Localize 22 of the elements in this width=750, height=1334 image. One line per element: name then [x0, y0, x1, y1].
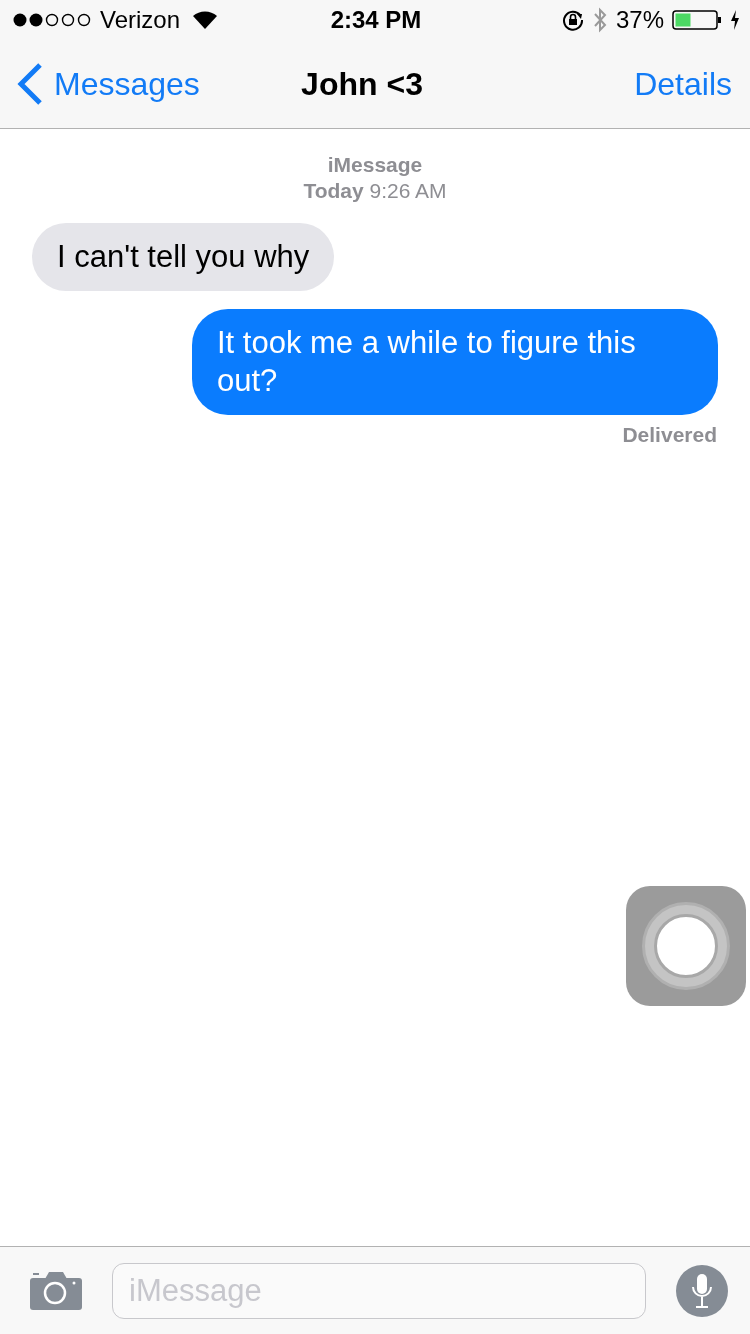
microphone-icon	[690, 1272, 714, 1309]
camera-button[interactable]	[30, 1271, 82, 1310]
signal-icon	[12, 12, 92, 28]
back-chevron-icon	[16, 62, 44, 106]
battery-icon	[672, 10, 722, 30]
carrier-name: Verizon	[100, 6, 181, 34]
rotation-lock-icon	[561, 9, 584, 31]
service-label: iMessage	[326, 153, 424, 177]
message-bubble: It took me a while to figure this out?	[192, 309, 718, 415]
status-time: 2:34 PM	[330, 6, 422, 34]
details-button[interactable]: Details	[634, 65, 732, 103]
message-timestamp: Today 9:26 AM	[303, 179, 447, 203]
camera-icon	[30, 1271, 82, 1310]
battery-percentage: 37%	[615, 6, 664, 34]
microphone-button[interactable]	[676, 1264, 728, 1317]
bluetooth-icon	[591, 6, 608, 34]
back-button[interactable]: Messages	[16, 62, 200, 106]
delivery-status: Delivered	[622, 423, 717, 447]
wifi-icon	[192, 10, 219, 30]
assistive-touch-button[interactable]	[626, 886, 746, 1006]
contact-name: John <3	[301, 65, 423, 103]
message-bubble: I can't tell you why	[32, 223, 335, 291]
